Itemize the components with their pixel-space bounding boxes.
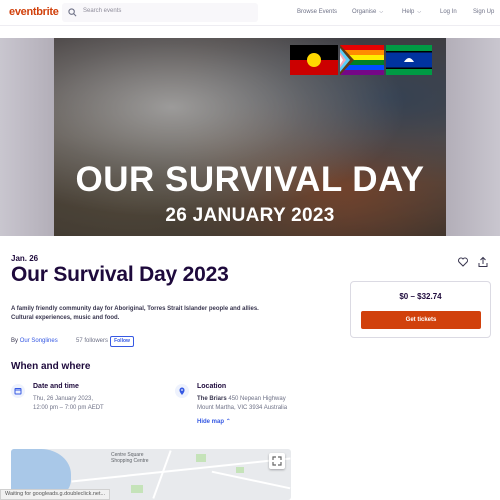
- map-place-label: Centre Square Shopping Centre: [111, 452, 149, 464]
- map-road: [71, 457, 291, 483]
- hero-date: 26 JANUARY 2023: [165, 205, 335, 226]
- hero-title-text: OUR SURVIVAL DAY: [75, 160, 425, 199]
- chevron-up-icon: ⌃: [225, 419, 231, 425]
- get-tickets-button[interactable]: Get tickets: [361, 311, 481, 329]
- nav-organise-label: Organise: [352, 9, 377, 15]
- event-date-short: Jan. 26: [11, 254, 39, 263]
- chevron-down-icon: ⌵: [379, 9, 384, 15]
- map-road: [152, 450, 172, 499]
- map-road: [211, 470, 291, 490]
- map-park: [236, 467, 244, 473]
- map-park: [131, 485, 143, 493]
- map-park: [196, 454, 206, 462]
- heart-icon[interactable]: [457, 256, 469, 268]
- followers-count: 57 followers: [76, 338, 109, 344]
- location-pin-icon: [175, 384, 189, 398]
- eventbrite-logo[interactable]: eventbrite: [9, 6, 59, 18]
- nav-help-label: Help: [402, 9, 415, 15]
- when-where-title: When and where: [11, 361, 91, 372]
- nav-signup[interactable]: Sign Up: [473, 9, 494, 15]
- calendar-icon: [11, 384, 25, 398]
- search-icon: [68, 8, 77, 17]
- search-placeholder: Search events: [83, 8, 122, 14]
- address-line-2: Mount Martha, VIC 3934 Australia: [197, 405, 288, 411]
- venue-name: The Briars: [197, 396, 227, 402]
- ticket-price: $0 – $32.74: [399, 292, 442, 301]
- date-time-heading: Date and time: [33, 383, 79, 390]
- address-line-1: 450 Nepean Highway: [228, 396, 286, 402]
- share-icon[interactable]: [477, 256, 489, 268]
- search-input[interactable]: Search events: [62, 3, 258, 22]
- date-line-2: 12:00 pm – 7:00 pm AEDT: [33, 405, 104, 411]
- organizer-row: By Our Songlines: [11, 338, 58, 344]
- event-summary: A family friendly community day for Abor…: [11, 306, 259, 321]
- nav-help[interactable]: Help ⌵: [402, 9, 421, 15]
- browser-status-bar: Waiting for googleads.g.doubleclick.net.…: [0, 489, 111, 500]
- venue-line: The Briars 450 Nepean Highway: [197, 395, 286, 404]
- organizer-link[interactable]: Our Songlines: [20, 338, 58, 344]
- chevron-down-icon: ⌵: [417, 9, 422, 15]
- hide-map-label: Hide map: [197, 419, 225, 425]
- by-label: By: [11, 338, 19, 344]
- location-heading: Location: [197, 383, 227, 390]
- nav-browse-events[interactable]: Browse Events: [297, 9, 337, 15]
- fullscreen-icon[interactable]: [269, 453, 285, 469]
- nav-login[interactable]: Log In: [440, 9, 457, 15]
- event-title: Our Survival Day 2023: [11, 263, 229, 286]
- follow-button[interactable]: Follow: [110, 336, 134, 347]
- hide-map-link[interactable]: Hide map ⌃: [197, 418, 231, 425]
- hero-title: OUR SURVIVAL DAY: [0, 160, 500, 200]
- top-header: eventbrite Search events Browse Events O…: [0, 0, 500, 26]
- hero-banner: OUR SURVIVAL DAY 26 JANUARY 2023: [0, 38, 500, 236]
- torres-strait-flag-icon: [386, 45, 432, 75]
- aboriginal-flag-icon: [290, 45, 338, 75]
- nav-organise[interactable]: Organise ⌵: [352, 9, 383, 15]
- ticket-card: $0 – $32.74 Get tickets: [350, 281, 491, 338]
- date-line-1: Thu, 26 January 2023,: [33, 396, 94, 402]
- pride-flag-icon: [340, 45, 384, 75]
